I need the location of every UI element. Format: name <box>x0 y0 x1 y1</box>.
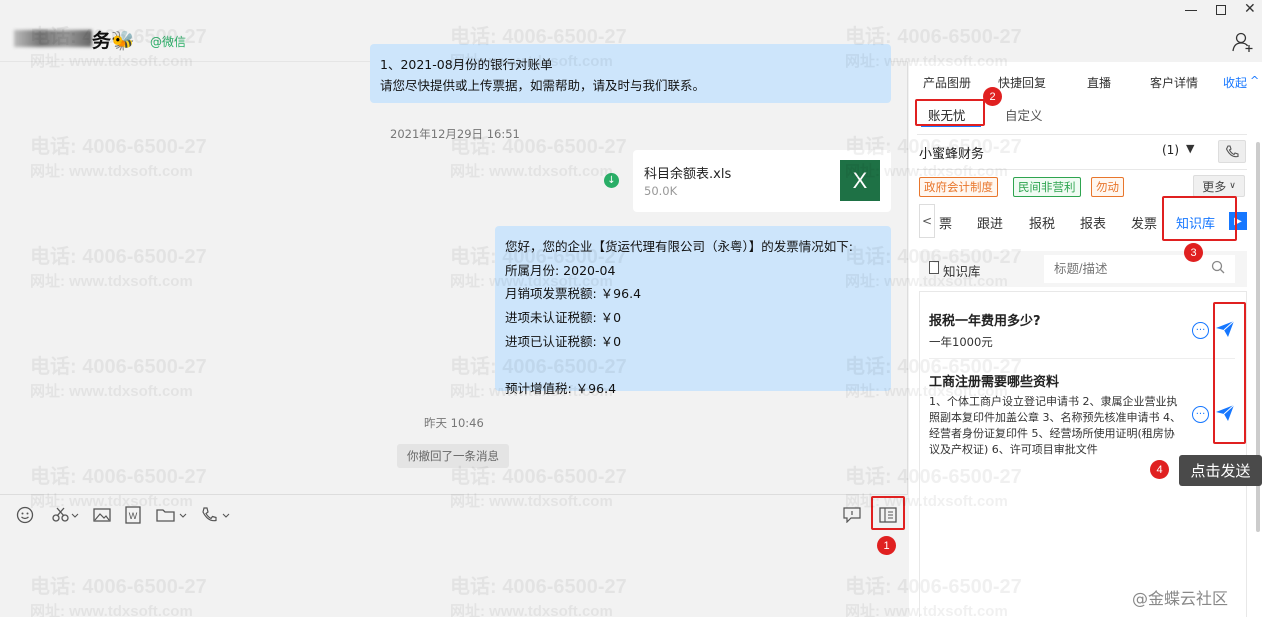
tooltip-text: 点击发送 <box>1190 462 1251 480</box>
avatar-blurred <box>14 30 92 47</box>
close-icon[interactable]: ✕ <box>1244 1 1256 17</box>
kb-search-input[interactable] <box>1044 255 1235 283</box>
subtab-custom[interactable]: 自定义 <box>1005 105 1043 124</box>
annotation-badge-4: 4 <box>1150 460 1169 479</box>
kb-label: 知识库 <box>943 264 981 279</box>
annotation-badge-1: 1 <box>877 536 896 555</box>
tag-label: 政府会计制度 <box>924 180 993 194</box>
maximize-icon[interactable] <box>1216 5 1226 15</box>
chat-history-icon[interactable] <box>841 505 863 525</box>
search-icon[interactable] <box>1211 260 1225 277</box>
nav-prev-label: < <box>921 214 933 228</box>
send-tooltip: 点击发送 <box>1179 455 1262 486</box>
message-line <box>505 354 881 378</box>
emoji-icon[interactable] <box>14 505 36 525</box>
tab-quick-reply[interactable]: 快捷回复 <box>998 74 1046 91</box>
timestamp: 2021年12月29日 16:51 <box>390 127 520 141</box>
file-name: 科目余额表.xls <box>644 167 732 182</box>
document-icon <box>929 261 939 274</box>
message-line: 进项未认证税额: ￥0 <box>505 310 622 326</box>
annotation-number: 1 <box>883 539 890 552</box>
annotation-box-4 <box>1213 302 1246 444</box>
svg-text:W: W <box>129 511 138 521</box>
chat-area: 务🐝 @微信 1、2021-08月份的银行对账单 请您尽快提供或上传票据，如需帮… <box>0 0 908 617</box>
divider <box>917 169 1247 170</box>
image-icon[interactable] <box>91 505 113 525</box>
file-size: 50.0K <box>644 184 678 198</box>
message-line: 您好，您的企业【货运代理有限公司（永粤）】的发票情况如下: <box>505 239 853 254</box>
annotation-number: 2 <box>989 90 996 103</box>
divider <box>929 358 1235 359</box>
add-contact-icon[interactable] <box>1232 31 1254 56</box>
message-bubble[interactable]: 1、2021-08月份的银行对账单 请您尽快提供或上传票据，如需帮助，请及时与我… <box>370 44 891 103</box>
message-line: 月销项发票税额: ￥96.4 <box>505 286 642 302</box>
recall-notice: 你撤回了一条消息 <box>397 444 509 468</box>
message-line: 预计增值税: ￥96.4 <box>505 381 617 397</box>
download-icon[interactable]: ↓ <box>604 173 619 188</box>
chevron-up-icon[interactable]: ^ <box>1250 74 1259 87</box>
message-line: 所属月份: 2020-04 <box>505 262 616 278</box>
tag-label: 民间非营利 <box>1018 180 1076 194</box>
nav-reports[interactable]: 报表 <box>1080 213 1106 232</box>
nav-follow-up[interactable]: 跟进 <box>977 213 1003 232</box>
minimize-icon[interactable] <box>1185 10 1197 11</box>
message-line: 请您尽快提供或上传票据，如需帮助，请及时与我们联系。 <box>380 78 706 93</box>
annotation-number: 3 <box>1190 246 1197 259</box>
folder-icon[interactable] <box>156 505 188 525</box>
brand-watermark: @金蝶云社区 <box>1132 589 1229 608</box>
excel-icon-letter: X <box>852 167 868 193</box>
company-select[interactable]: 小蜜蜂财务 <box>919 143 984 162</box>
collapse-button[interactable]: 收起 <box>1223 74 1247 91</box>
annotation-box-1 <box>871 496 905 530</box>
input-toolbar: W <box>0 494 908 617</box>
phone-button[interactable] <box>1218 140 1246 163</box>
timestamp: 昨天 10:46 <box>424 416 484 430</box>
tab-live[interactable]: 直播 <box>1087 74 1111 91</box>
tag-nonprofit[interactable]: 民间非营利 <box>1013 177 1081 197</box>
more-tags-button[interactable]: 更多 ∨ <box>1193 175 1245 197</box>
word-doc-icon[interactable]: W <box>122 505 144 525</box>
file-message[interactable]: 科目余额表.xls 50.0K X <box>633 150 891 212</box>
contact-name: 务🐝 <box>92 30 135 52</box>
nav-invoice-partial[interactable]: 票 <box>939 213 952 232</box>
kb-card-body: 1、个体工商户设立登记申请书 2、隶属企业营业执照副本复印件加盖公章 3、名称预… <box>929 395 1181 456</box>
kb-card-body: 一年1000元 <box>929 335 993 349</box>
annotation-box-2 <box>915 99 985 126</box>
divider <box>917 134 1247 135</box>
assistant-side-panel: 产品图册 快捷回复 直播 客户详情 收起 ^ 账无忧 自定义 小蜜蜂财务 (1)… <box>909 62 1262 617</box>
invoice-message-bubble[interactable]: 您好，您的企业【货运代理有限公司（永粤）】的发票情况如下: 所属月份: 2020… <box>495 226 891 396</box>
message-line: 进项已认证税额: ￥0 <box>505 333 622 349</box>
phone-icon <box>1225 144 1239 157</box>
kb-card-title[interactable]: 报税一年费用多少? <box>929 310 1041 329</box>
nav-invoice[interactable]: 发票 <box>1131 213 1157 232</box>
excel-file-icon: X <box>840 160 880 201</box>
recall-notice-text: 你撤回了一条消息 <box>407 449 499 463</box>
annotation-badge-2: 2 <box>983 87 1002 106</box>
tab-customer-detail[interactable]: 客户详情 <box>1150 74 1198 91</box>
more-options-icon[interactable]: ··· <box>1192 406 1209 423</box>
kb-card-title[interactable]: 工商注册需要哪些资料 <box>929 371 1059 390</box>
tab-product-album[interactable]: 产品图册 <box>923 74 971 91</box>
chevron-down-icon: ∨ <box>1229 181 1236 191</box>
dropdown-caret-icon[interactable]: ▼ <box>1186 142 1194 155</box>
nav-tax-filing[interactable]: 报税 <box>1029 213 1055 232</box>
annotation-badge-3: 3 <box>1184 243 1203 262</box>
tag-label: 勿动 <box>1096 180 1119 194</box>
company-count: (1) <box>1162 143 1179 157</box>
annotation-box-3 <box>1162 196 1237 241</box>
phone-call-icon[interactable] <box>200 505 232 525</box>
message-line: 1、2021-08月份的银行对账单 <box>380 57 553 72</box>
contact-source: @微信 <box>150 35 187 49</box>
tag-do-not-touch[interactable]: 勿动 <box>1091 177 1124 197</box>
nav-prev-button[interactable]: < <box>919 204 935 238</box>
more-label: 更多 <box>1202 179 1227 194</box>
scissors-icon[interactable] <box>50 505 80 525</box>
tag-gov-accounting[interactable]: 政府会计制度 <box>919 177 998 197</box>
annotation-number: 4 <box>1156 463 1163 476</box>
more-options-icon[interactable]: ··· <box>1192 322 1209 339</box>
